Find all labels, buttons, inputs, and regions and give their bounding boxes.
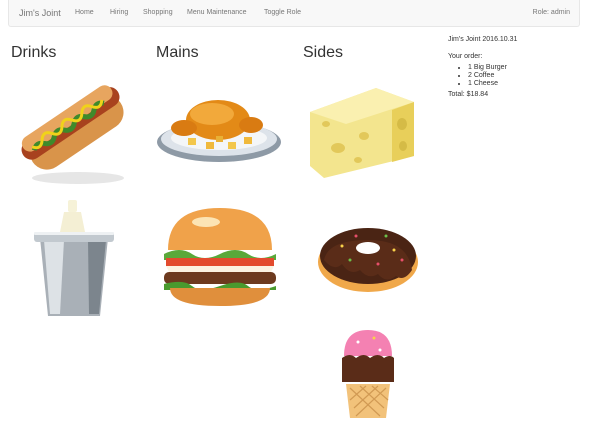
milk-bucket-item[interactable]: [30, 198, 116, 320]
nav-shopping[interactable]: Shopping: [143, 9, 173, 16]
ice-cream-image: [342, 330, 394, 418]
navbar: Jim's Joint Home Hiring Shopping Menu Ma…: [8, 0, 580, 27]
order-total: Total: $18.84: [448, 91, 489, 98]
order-item: 1 Cheese: [468, 80, 588, 87]
section-sides-title: Sides: [303, 44, 344, 61]
order-item-list: 1 Big Burger 2 Coffee 1 Cheese: [448, 64, 588, 87]
order-label: Your order:: [448, 53, 483, 60]
nav-toggle-role[interactable]: Toggle Role: [264, 9, 301, 16]
cheese-image: [310, 88, 414, 178]
donut-item[interactable]: [316, 216, 420, 296]
nav-home[interactable]: Home: [75, 9, 94, 16]
nav-menu-maintenance[interactable]: Menu Maintenance: [187, 9, 247, 16]
milk-bucket-image: [34, 200, 114, 316]
burger-image: [164, 208, 276, 306]
roast-chicken-image: [157, 100, 281, 162]
nav-hiring[interactable]: Hiring: [110, 9, 128, 16]
role-indicator: Role: admin: [532, 9, 570, 16]
order-item: 1 Big Burger: [468, 64, 588, 71]
ice-cream-item[interactable]: [338, 328, 398, 418]
brand-link[interactable]: Jim's Joint: [19, 8, 61, 18]
cheese-item[interactable]: [306, 84, 418, 180]
section-drinks-title: Drinks: [11, 44, 57, 61]
roast-chicken-item[interactable]: [156, 94, 282, 166]
hot-dog-image: [21, 85, 124, 184]
donut-image: [318, 228, 418, 292]
hot-dog-item[interactable]: [12, 72, 138, 188]
burger-item[interactable]: [158, 206, 282, 310]
section-mains-title: Mains: [156, 44, 199, 61]
order-store-date: Jim's Joint 2016.10.31: [448, 36, 518, 43]
order-summary: Jim's Joint 2016.10.31 Your order: 1 Big…: [448, 36, 588, 105]
order-item: 2 Coffee: [468, 72, 588, 79]
